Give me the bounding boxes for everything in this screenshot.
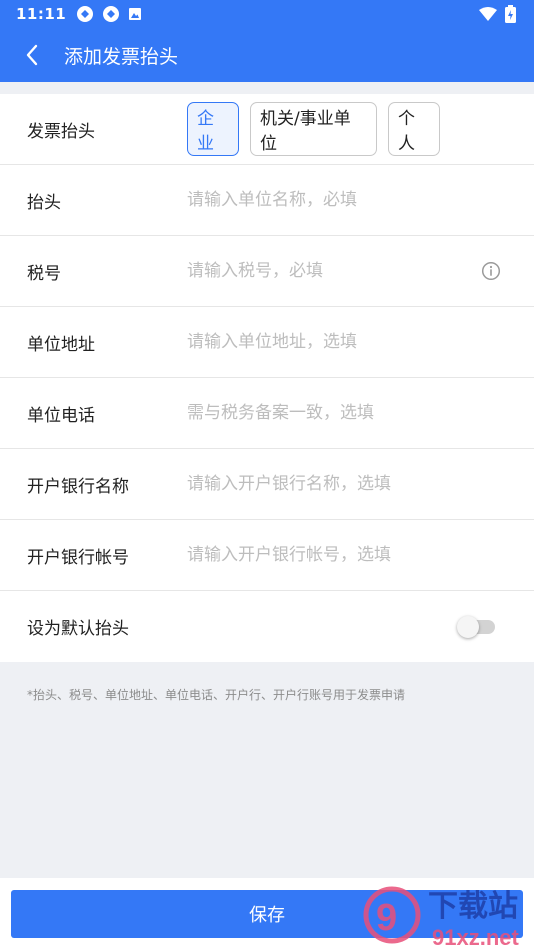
phone-row: 单位电话	[0, 378, 534, 449]
title-row: 抬头	[0, 165, 534, 236]
section-gap	[0, 82, 534, 94]
status-bar: 11:11	[0, 0, 534, 28]
bottom-bar: 保存	[0, 878, 534, 950]
bank-name-row: 开户银行名称	[0, 449, 534, 520]
page-title: 添加发票抬头	[64, 45, 179, 68]
invoice-form: 发票抬头 企业 机关/事业单位 个人 抬头 税号 单位地址 单位电话 开户银行名…	[0, 94, 534, 662]
back-button[interactable]	[0, 28, 64, 82]
invoice-type-options: 企业 机关/事业单位 个人	[187, 102, 440, 156]
status-time: 11:11	[16, 5, 67, 23]
default-label: 设为默认抬头	[27, 619, 129, 639]
tax-no-label: 税号	[27, 263, 61, 284]
address-label: 单位地址	[27, 334, 95, 355]
battery-icon	[505, 5, 516, 23]
phone-label: 单位电话	[27, 405, 95, 426]
bank-account-label: 开户银行帐号	[27, 547, 129, 568]
type-option-institution[interactable]: 机关/事业单位	[250, 102, 377, 156]
usage-note: *抬头、税号、单位地址、单位电话、开户行、开户行账号用于发票申请	[27, 688, 406, 702]
save-button[interactable]: 保存	[11, 890, 523, 938]
type-option-personal[interactable]: 个人	[388, 102, 440, 156]
tax-no-row: 税号	[0, 236, 534, 307]
default-toggle[interactable]	[457, 615, 497, 638]
tax-no-input[interactable]	[187, 261, 477, 281]
type-option-enterprise[interactable]: 企业	[187, 102, 239, 156]
toggle-knob	[457, 615, 479, 638]
phone-input[interactable]	[187, 403, 477, 423]
wifi-icon	[479, 7, 497, 21]
title-input[interactable]	[187, 190, 477, 210]
address-row: 单位地址	[0, 307, 534, 378]
back-arrow-icon	[26, 44, 38, 66]
bank-account-input[interactable]	[187, 545, 477, 565]
invoice-type-row: 发票抬头 企业 机关/事业单位 个人	[0, 94, 534, 165]
nav-bar: 添加发票抬头	[0, 28, 534, 82]
image-icon	[129, 8, 142, 20]
bank-account-row: 开户银行帐号	[0, 520, 534, 591]
info-icon[interactable]	[481, 261, 501, 281]
default-row: 设为默认抬头	[0, 591, 534, 662]
bank-name-label: 开户银行名称	[27, 476, 129, 497]
notification-icon	[103, 6, 120, 22]
address-input[interactable]	[187, 332, 477, 352]
invoice-type-label: 发票抬头	[27, 121, 95, 142]
title-label: 抬头	[27, 192, 61, 213]
bank-name-input[interactable]	[187, 474, 477, 494]
notification-icon	[77, 6, 94, 22]
